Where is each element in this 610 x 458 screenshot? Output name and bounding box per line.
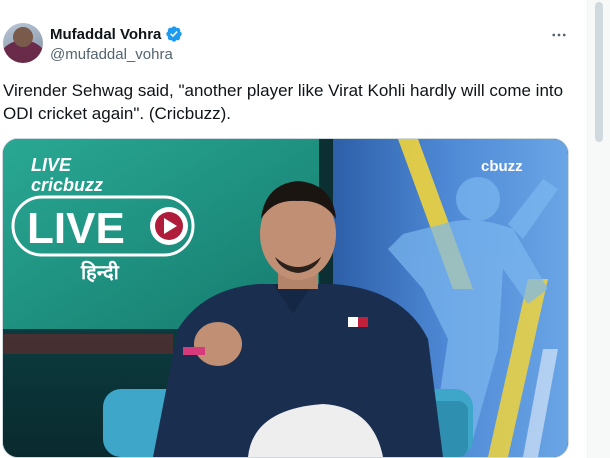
scrollbar-thumb[interactable]: [595, 2, 603, 142]
brand-live-small: LIVE: [31, 155, 72, 175]
tweet-media-image[interactable]: LIVE cricbuzz LIVE हिन्दी cbuzz: [2, 138, 569, 458]
verified-badge-icon[interactable]: [165, 25, 183, 43]
tweet-card: Mufaddal Vohra @mufaddal_vohra Virender …: [0, 0, 584, 458]
author-name-row: Mufaddal Vohra: [50, 25, 183, 43]
cricbuzz-watermark: cbuzz: [481, 158, 523, 175]
page-scrollbar[interactable]: [587, 0, 610, 458]
live-badge-label: LIVE: [27, 204, 125, 253]
studio-video-frame: LIVE cricbuzz LIVE हिन्दी cbuzz: [3, 139, 568, 457]
author-display-name[interactable]: Mufaddal Vohra: [50, 26, 161, 43]
tweet-text: Virender Sehwag said, "another player li…: [3, 81, 564, 123]
avatar[interactable]: [3, 23, 43, 63]
hindi-label: हिन्दी: [80, 260, 120, 284]
brand-cricbuzz-small: cricbuzz: [31, 175, 103, 195]
author-handle[interactable]: @mufaddal_vohra: [50, 46, 173, 63]
more-options-icon[interactable]: [548, 24, 570, 46]
